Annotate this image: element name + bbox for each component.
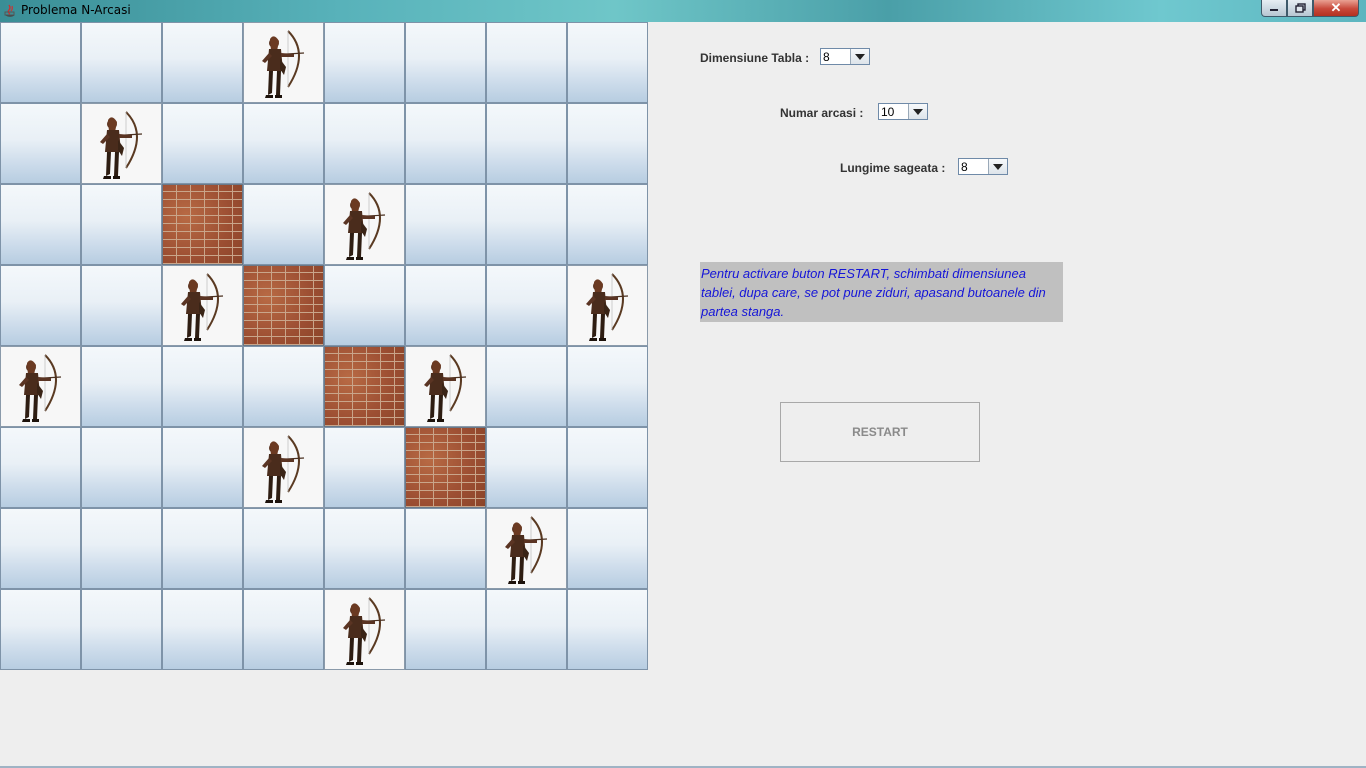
board-cell[interactable] bbox=[162, 103, 243, 184]
chevron-down-icon[interactable] bbox=[908, 104, 927, 119]
archer-icon bbox=[343, 597, 386, 665]
archer-icon bbox=[181, 273, 224, 341]
board-cell[interactable] bbox=[162, 427, 243, 508]
window-controls: ✕ bbox=[1261, 0, 1359, 18]
restore-icon bbox=[1294, 3, 1306, 13]
board-cell[interactable] bbox=[243, 508, 324, 589]
board-cell-wall[interactable] bbox=[324, 346, 405, 427]
board-cell-wall[interactable] bbox=[243, 265, 324, 346]
board-cell[interactable] bbox=[405, 265, 486, 346]
game-board bbox=[0, 22, 649, 671]
board-cell-archer[interactable] bbox=[81, 103, 162, 184]
board-cell[interactable] bbox=[567, 103, 648, 184]
board-cell[interactable] bbox=[324, 427, 405, 508]
arrow-length-select[interactable]: 8 bbox=[958, 158, 1008, 175]
board-cell[interactable] bbox=[486, 589, 567, 670]
board-cell[interactable] bbox=[81, 427, 162, 508]
board-cell-archer[interactable] bbox=[324, 184, 405, 265]
board-cell[interactable] bbox=[81, 184, 162, 265]
title-bar: Problema N-Arcasi ✕ bbox=[0, 0, 1366, 22]
board-cell[interactable] bbox=[486, 346, 567, 427]
board-cell[interactable] bbox=[0, 589, 81, 670]
chevron-down-icon[interactable] bbox=[850, 49, 869, 64]
archer-icon bbox=[343, 192, 386, 260]
board-size-label: Dimensiune Tabla : bbox=[700, 51, 810, 65]
board-cell[interactable] bbox=[162, 508, 243, 589]
board-cell[interactable] bbox=[324, 103, 405, 184]
archers-select[interactable]: 10 bbox=[878, 103, 928, 120]
minimize-button[interactable] bbox=[1261, 0, 1287, 17]
board-cell[interactable] bbox=[162, 346, 243, 427]
board-cell[interactable] bbox=[405, 103, 486, 184]
board-cell[interactable] bbox=[486, 184, 567, 265]
board-cell[interactable] bbox=[81, 346, 162, 427]
board-cell[interactable] bbox=[567, 184, 648, 265]
board-cell[interactable] bbox=[486, 427, 567, 508]
board-cell[interactable] bbox=[567, 508, 648, 589]
board-cell[interactable] bbox=[486, 103, 567, 184]
chevron-down-icon[interactable] bbox=[988, 159, 1007, 174]
board-cell[interactable] bbox=[243, 589, 324, 670]
board-cell[interactable] bbox=[324, 22, 405, 103]
board-cell[interactable] bbox=[0, 265, 81, 346]
board-cell[interactable] bbox=[405, 22, 486, 103]
board-cell-wall[interactable] bbox=[405, 427, 486, 508]
board-cell[interactable] bbox=[81, 589, 162, 670]
board-cell-archer[interactable] bbox=[162, 265, 243, 346]
board-size-value: 8 bbox=[823, 49, 830, 64]
archers-label: Numar arcasi : bbox=[780, 106, 864, 120]
close-icon: ✕ bbox=[1330, 0, 1342, 15]
board-cell[interactable] bbox=[324, 508, 405, 589]
board-cell[interactable] bbox=[405, 184, 486, 265]
board-cell-archer[interactable] bbox=[405, 346, 486, 427]
board-cell[interactable] bbox=[243, 103, 324, 184]
board-cell[interactable] bbox=[486, 22, 567, 103]
board-cell[interactable] bbox=[0, 508, 81, 589]
board-cell[interactable] bbox=[81, 265, 162, 346]
minimize-icon bbox=[1270, 9, 1278, 11]
archer-icon bbox=[262, 30, 305, 98]
board-cell[interactable] bbox=[567, 346, 648, 427]
board-cell-archer[interactable] bbox=[243, 22, 324, 103]
board-cell[interactable] bbox=[162, 22, 243, 103]
board-cell-archer[interactable] bbox=[243, 427, 324, 508]
board-cell-archer[interactable] bbox=[0, 346, 81, 427]
board-cell[interactable] bbox=[162, 589, 243, 670]
board-cell-archer[interactable] bbox=[324, 589, 405, 670]
java-app-icon bbox=[4, 4, 15, 17]
window-title: Problema N-Arcasi bbox=[21, 3, 131, 17]
board-cell[interactable] bbox=[405, 508, 486, 589]
arrow-length-value: 8 bbox=[961, 159, 968, 174]
archer-icon bbox=[505, 516, 548, 584]
info-message: Pentru activare buton RESTART, schimbati… bbox=[700, 262, 1063, 322]
archer-icon bbox=[19, 354, 62, 422]
archer-icon bbox=[262, 435, 305, 503]
board-cell[interactable] bbox=[0, 427, 81, 508]
board-cell[interactable] bbox=[0, 22, 81, 103]
board-cell[interactable] bbox=[0, 184, 81, 265]
archers-value: 10 bbox=[881, 104, 895, 119]
arrow-length-label: Lungime sageata : bbox=[840, 161, 946, 175]
board-cell-archer[interactable] bbox=[567, 265, 648, 346]
maximize-button[interactable] bbox=[1287, 0, 1313, 17]
board-cell[interactable] bbox=[81, 508, 162, 589]
board-cell[interactable] bbox=[324, 265, 405, 346]
archer-icon bbox=[586, 273, 629, 341]
board-size-select[interactable]: 8 bbox=[820, 48, 870, 65]
board-cell[interactable] bbox=[0, 103, 81, 184]
board-cell[interactable] bbox=[486, 265, 567, 346]
board-cell[interactable] bbox=[243, 346, 324, 427]
restart-button[interactable]: RESTART bbox=[780, 402, 980, 462]
archer-icon bbox=[100, 111, 143, 179]
board-cell-archer[interactable] bbox=[486, 508, 567, 589]
board-cell[interactable] bbox=[567, 427, 648, 508]
board-cell[interactable] bbox=[567, 22, 648, 103]
close-button[interactable]: ✕ bbox=[1313, 0, 1359, 17]
board-cell[interactable] bbox=[81, 22, 162, 103]
board-cell-wall[interactable] bbox=[162, 184, 243, 265]
archer-icon bbox=[424, 354, 467, 422]
board-cell[interactable] bbox=[405, 589, 486, 670]
board-cell[interactable] bbox=[243, 184, 324, 265]
board-cell[interactable] bbox=[567, 589, 648, 670]
